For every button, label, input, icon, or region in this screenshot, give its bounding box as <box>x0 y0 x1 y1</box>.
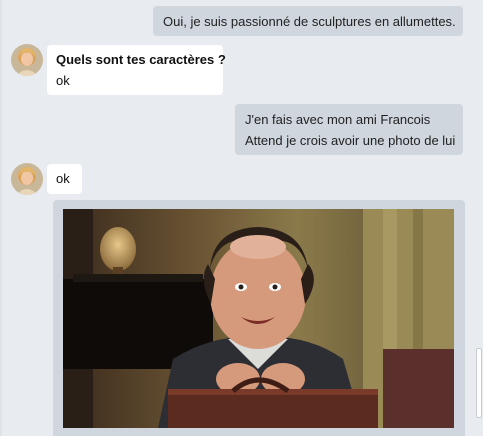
window-edge <box>0 0 2 436</box>
message-bubble-outgoing: Oui, je suis passionné de sculptures en … <box>153 6 463 36</box>
message-text: ok <box>56 171 70 186</box>
scrollbar[interactable] <box>475 0 483 436</box>
message-text: ok <box>56 73 70 88</box>
user-avatar-icon[interactable] <box>11 163 43 195</box>
user-avatar-icon[interactable] <box>11 44 43 76</box>
message-bubble-outgoing: J'en fais avec mon ami Francois Attend j… <box>235 104 463 155</box>
message-sender: Quels sont tes caractères ? <box>56 52 226 67</box>
message-bubble-incoming: ok <box>47 164 82 194</box>
message-bubble-incoming: Quels sont tes caractères ? ok <box>47 45 226 95</box>
message-text: Attend je crois avoir une photo de lui <box>245 133 456 148</box>
message-photo[interactable] <box>63 209 454 428</box>
message-text: Oui, je suis passionné de sculptures en … <box>163 14 456 29</box>
chat-window: Oui, je suis passionné de sculptures en … <box>0 0 483 436</box>
message-text: J'en fais avec mon ami Francois <box>245 112 431 127</box>
scrollbar-thumb[interactable] <box>476 348 482 418</box>
